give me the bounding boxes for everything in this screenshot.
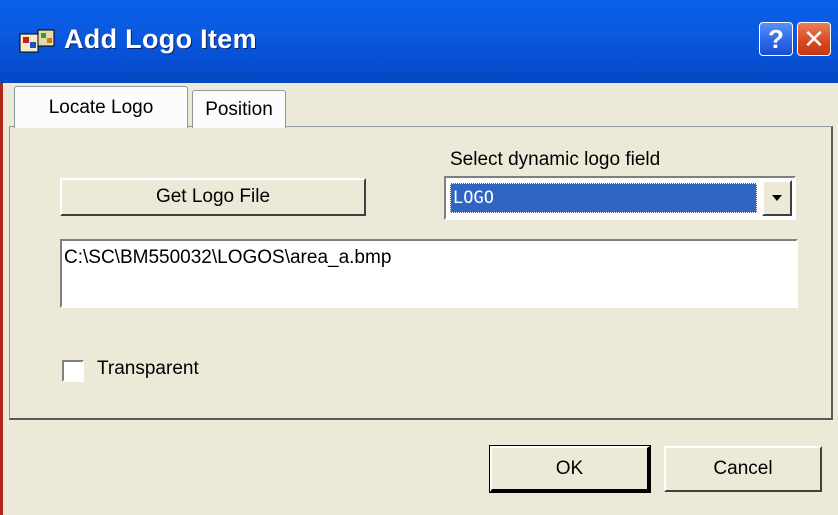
dropdown-button[interactable] bbox=[762, 180, 792, 216]
ok-button[interactable]: OK bbox=[489, 445, 651, 493]
window-title: Add Logo Item bbox=[64, 24, 257, 54]
logo-app-icon bbox=[19, 29, 55, 53]
transparent-label[interactable]: Transparent bbox=[97, 358, 199, 380]
cancel-button[interactable]: Cancel bbox=[664, 446, 822, 492]
title-bar: Add Logo Item ? ✕ bbox=[0, 0, 838, 83]
tab-label: Position bbox=[205, 98, 273, 120]
logo-file-path-field[interactable]: C:\SC\BM550032\LOGOS\area_a.bmp bbox=[60, 239, 798, 308]
tab-label: Locate Logo bbox=[48, 96, 154, 118]
close-icon: ✕ bbox=[803, 23, 825, 54]
button-label: OK bbox=[555, 457, 584, 479]
dynamic-logo-label: Select dynamic logo field bbox=[450, 149, 661, 170]
button-label: Get Logo File bbox=[155, 186, 271, 207]
help-button[interactable]: ? bbox=[759, 22, 793, 56]
tab-locate-logo[interactable]: Locate Logo bbox=[14, 86, 188, 128]
transparent-checkbox[interactable] bbox=[62, 360, 84, 382]
selected-value: LOGO bbox=[450, 183, 757, 213]
get-logo-file-button[interactable]: Get Logo File bbox=[60, 178, 366, 216]
tab-position[interactable]: Position bbox=[192, 90, 286, 128]
chevron-down-icon bbox=[772, 194, 782, 201]
help-icon: ? bbox=[768, 23, 784, 54]
button-label: Cancel bbox=[713, 458, 773, 479]
dynamic-logo-select[interactable]: LOGO bbox=[444, 176, 796, 220]
close-button[interactable]: ✕ bbox=[797, 22, 831, 56]
